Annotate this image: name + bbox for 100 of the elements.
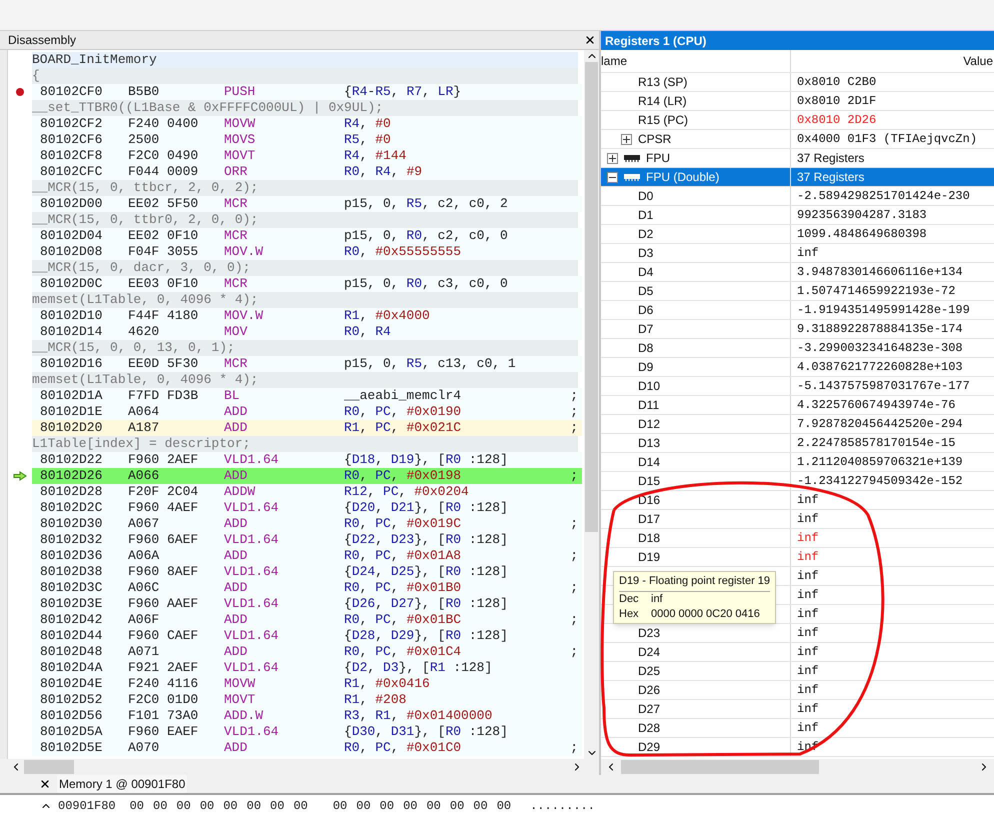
address-text: 80102D30 <box>40 516 104 532</box>
register-row[interactable]: D2 1099.4848649680398 <box>601 225 994 244</box>
register-row[interactable]: D23 inf <box>601 624 994 643</box>
breakpoint-icon[interactable] <box>16 88 24 96</box>
mnemonic-text: MOVW <box>224 116 256 132</box>
address-text: 80102D20 <box>40 420 104 436</box>
register-row[interactable]: R14 (LR) 0x8010 2D1F <box>601 92 994 111</box>
mnemonic-text: ADD <box>224 740 248 756</box>
register-name: R13 (SP) <box>638 75 688 89</box>
register-row[interactable]: D26 inf <box>601 681 994 700</box>
panel-tab[interactable]: Memory 1 @ 00901F80 <box>57 775 188 793</box>
register-value: inf <box>796 606 819 623</box>
address-text: 80102D0C <box>40 276 104 292</box>
register-row[interactable]: D7 9.3188922878884135e-174 <box>601 320 994 339</box>
scrollbar-thumb[interactable] <box>24 760 74 774</box>
function-label: BOARD_InitMemory <box>32 52 578 68</box>
register-value: inf <box>796 511 819 528</box>
scrollbar-thumb[interactable] <box>621 760 819 774</box>
memory-byte: 00 <box>270 798 284 814</box>
register-name: R14 (LR) <box>638 94 687 108</box>
register-row[interactable]: D9 4.0387621772260828e+103 <box>601 358 994 377</box>
address-text: 80102D5E <box>40 740 104 756</box>
register-name: D17 <box>638 512 660 526</box>
register-row[interactable]: R15 (PC) 0x8010 2D26 <box>601 111 994 130</box>
opcode-text: F921 2AEF <box>128 660 200 676</box>
register-value: 0x8010 2D1F <box>796 93 876 110</box>
register-value: -5.1437575987031767e-177 <box>796 378 970 395</box>
opcode-text: A066 <box>128 468 160 484</box>
operands-text: {D26, D27}, [R0 :128] <box>344 596 508 611</box>
address-text: 80102D08 <box>40 244 104 260</box>
opcode-text: F101 73A0 <box>128 708 200 724</box>
opcode-text: EE0D 5F30 <box>128 356 200 372</box>
address-text: 80102D00 <box>40 196 104 212</box>
mnemonic-text: ORR <box>224 164 248 180</box>
address-text: 80102D22 <box>40 452 104 468</box>
register-name: D7 <box>638 322 654 336</box>
register-row[interactable]: D19 inf <box>601 548 994 567</box>
operands-text: p15, 0, R0, c3, c0, 0 <box>344 276 508 291</box>
scrollbar-thumb[interactable] <box>585 62 598 532</box>
opcode-text: F2C0 0490 <box>128 148 200 164</box>
operands-text: {D22, D23}, [R0 :128] <box>344 532 508 547</box>
address-text: 80102D56 <box>40 708 104 724</box>
register-row[interactable]: D24 inf <box>601 643 994 662</box>
operands-text: R3, R1, #0x01400000 <box>344 708 492 723</box>
register-row[interactable]: D28 inf <box>601 719 994 738</box>
opcode-text: F960 AAEF <box>128 596 200 612</box>
register-name: D10 <box>638 379 660 393</box>
operands-text: {D2, D3}, [R1 :128] <box>344 660 492 675</box>
register-row[interactable]: FPU (Double) 37 Registers <box>601 168 994 187</box>
register-row[interactable]: D18 inf <box>601 529 994 548</box>
register-row[interactable]: D27 inf <box>601 700 994 719</box>
opcode-text: A187 <box>128 420 160 436</box>
register-row[interactable]: D15 -1.234122794509342e-152 <box>601 472 994 491</box>
operands-text: R4, #0 <box>344 116 391 131</box>
register-row[interactable]: D5 1.5074714659922193e-72 <box>601 282 994 301</box>
register-row[interactable]: D0 -2.5894298251701424e-230 <box>601 187 994 206</box>
column-header[interactable]: Value <box>963 52 994 70</box>
memory-ascii: ......... <box>530 798 595 814</box>
opcode-text: F44F 4180 <box>128 308 200 324</box>
register-value: inf <box>796 587 819 604</box>
register-value: inf <box>796 720 819 737</box>
register-row[interactable]: D12 7.9287820456442520e-294 <box>601 415 994 434</box>
column-header[interactable]: lame <box>601 50 791 72</box>
tooltip-label: Dec <box>619 592 640 606</box>
register-row[interactable]: D1 9923563904287.3183 <box>601 206 994 225</box>
operands-text: R1, PC, #0x021C <box>344 420 462 435</box>
register-row[interactable]: CPSR 0x4000 01F3 (TFIAejqvcZn) <box>601 130 994 149</box>
mnemonic-text: ADD <box>224 644 248 660</box>
operands-text: {D24, D25}, [R0 :128] <box>344 564 508 579</box>
operands-text: R4, #144 <box>344 148 406 163</box>
register-row[interactable]: D14 1.2112040859706321e+139 <box>601 453 994 472</box>
register-row[interactable]: D25 inf <box>601 662 994 681</box>
opcode-text: F240 0400 <box>128 116 200 132</box>
address-text: 80102D04 <box>40 228 104 244</box>
mnemonic-text: MCR <box>224 276 248 292</box>
register-row[interactable]: D13 2.2247858578170154e-15 <box>601 434 994 453</box>
comment-marker: ; <box>570 548 578 564</box>
opcode-text: F7FD FD3B <box>128 388 200 404</box>
operands-text: {R4-R5, R7, LR} <box>344 84 462 99</box>
register-row[interactable]: D4 3.9487830146606116e+134 <box>601 263 994 282</box>
register-row[interactable]: D10 -5.1437575987031767e-177 <box>601 377 994 396</box>
operands-text: {D18, D19}, [R0 :128] <box>344 452 508 467</box>
register-name: D6 <box>638 303 654 317</box>
tooltip-value: 0000 0000 0C20 0416 <box>651 606 760 622</box>
register-row[interactable]: R13 (SP) 0x8010 C2B0 <box>601 73 994 92</box>
expand-icon[interactable] <box>621 134 632 144</box>
register-row[interactable]: FPU 37 Registers <box>601 149 994 168</box>
panel-title: Disassembly <box>8 32 76 49</box>
opcode-text: F2C0 01D0 <box>128 692 200 708</box>
register-row[interactable]: D8 -3.299003234164823e-308 <box>601 339 994 358</box>
register-row[interactable]: D11 4.3225760674943974e-76 <box>601 396 994 415</box>
register-row[interactable]: D17 inf <box>601 510 994 529</box>
expand-icon[interactable] <box>607 152 618 164</box>
collapse-icon[interactable] <box>607 172 618 182</box>
register-row[interactable]: D6 -1.9194351495991428e-199 <box>601 301 994 320</box>
memory-byte: 00 <box>153 798 168 814</box>
register-row[interactable]: D16 inf <box>601 491 994 510</box>
register-row[interactable]: D3 inf <box>601 244 994 263</box>
register-name: D4 <box>638 265 654 279</box>
register-name: FPU (Double) <box>646 169 720 186</box>
